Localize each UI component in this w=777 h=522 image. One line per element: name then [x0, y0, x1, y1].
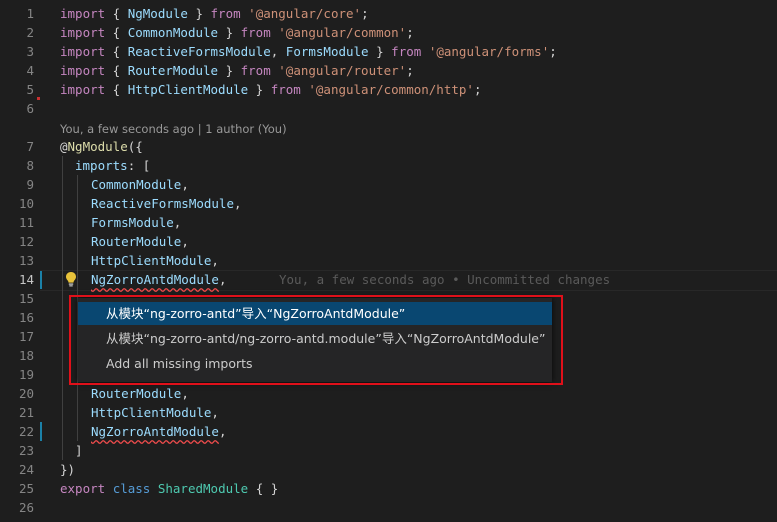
- code-text[interactable]: ReactiveFormsModule,: [91, 194, 242, 213]
- line-number: 14: [18, 272, 34, 287]
- code-text[interactable]: ]: [75, 441, 83, 460]
- inline-blame: You, a few seconds ago • Uncommitted cha…: [279, 272, 611, 287]
- code-line: 11 FormsModule,: [0, 213, 777, 232]
- code-line: 5 import { HttpClientModule } from '@ang…: [0, 80, 777, 99]
- code-line: 6: [0, 99, 777, 118]
- line-number: 6: [26, 101, 34, 116]
- code-line: 12 RouterModule,: [0, 232, 777, 251]
- code-line: 3 import { ReactiveFormsModule, FormsMod…: [0, 42, 777, 61]
- line-number: 17: [18, 329, 34, 344]
- error-squiggle: NgZorroAntdModule: [91, 424, 219, 439]
- code-line: 10 ReactiveFormsModule,: [0, 194, 777, 213]
- line-number: 3: [26, 44, 34, 59]
- code-text[interactable]: imports: [: [75, 156, 150, 175]
- code-line: 21 HttpClientModule,: [0, 403, 777, 422]
- code-text[interactable]: import { CommonModule } from '@angular/c…: [60, 23, 414, 42]
- code-text[interactable]: export class SharedModule { }: [60, 479, 278, 498]
- code-line: 26: [0, 498, 777, 517]
- line-number: 21: [18, 405, 34, 420]
- code-line: 13 HttpClientModule,: [0, 251, 777, 270]
- error-squiggle: NgZorroAntdModule: [91, 272, 219, 287]
- line-number: 10: [18, 196, 34, 211]
- line-number: 12: [18, 234, 34, 249]
- code-text[interactable]: FormsModule,: [91, 213, 181, 232]
- code-text[interactable]: HttpClientModule,: [91, 251, 219, 270]
- code-text[interactable]: CommonModule,: [91, 175, 189, 194]
- code-line: 9 CommonModule,: [0, 175, 777, 194]
- line-number: 5: [26, 82, 34, 97]
- line-number: 20: [18, 386, 34, 401]
- code-line: 1 import { NgModule } from '@angular/cor…: [0, 4, 777, 23]
- code-line: 25 export class SharedModule { }: [0, 479, 777, 498]
- line-number: 24: [18, 462, 34, 477]
- line-number: 22: [18, 424, 34, 439]
- code-editor[interactable]: 1 import { NgModule } from '@angular/cor…: [0, 0, 777, 522]
- line-number: 11: [18, 215, 34, 230]
- line-number: 4: [26, 63, 34, 78]
- code-text[interactable]: RouterModule,: [91, 384, 189, 403]
- code-text[interactable]: import { RouterModule } from '@angular/r…: [60, 61, 414, 80]
- code-text[interactable]: HttpClientModule,: [91, 403, 219, 422]
- code-text[interactable]: }): [60, 460, 75, 479]
- line-number: 23: [18, 443, 34, 458]
- line-number: 9: [26, 177, 34, 192]
- code-line: 4 import { RouterModule } from '@angular…: [0, 61, 777, 80]
- line-number: 1: [26, 6, 34, 21]
- line-number: 15: [18, 291, 34, 306]
- code-line: 23 ]: [0, 441, 777, 460]
- code-line: 24 }): [0, 460, 777, 479]
- code-line: 7 @NgModule({: [0, 137, 777, 156]
- line-number: 18: [18, 348, 34, 363]
- code-text[interactable]: NgZorroAntdModule,: [91, 270, 226, 289]
- lightbulb-icon[interactable]: [64, 270, 78, 288]
- code-text[interactable]: NgZorroAntdModule,: [91, 422, 226, 441]
- code-line: 22 NgZorroAntdModule,: [0, 422, 777, 441]
- line-number: 7: [26, 139, 34, 154]
- code-text[interactable]: RouterModule,: [91, 232, 189, 251]
- code-text[interactable]: import { NgModule } from '@angular/core'…: [60, 4, 369, 23]
- code-line-active: 14 NgZorroAntdModule, You, a few seconds…: [0, 270, 777, 289]
- line-number: 8: [26, 158, 34, 173]
- line-number: 13: [18, 253, 34, 268]
- code-line: 2 import { CommonModule } from '@angular…: [0, 23, 777, 42]
- line-number: 25: [18, 481, 34, 496]
- code-text[interactable]: import { HttpClientModule } from '@angul…: [60, 80, 481, 99]
- line-number: 26: [18, 500, 34, 515]
- highlight-annotation-box: [69, 295, 563, 385]
- code-line: 8 imports: [: [0, 156, 777, 175]
- code-text[interactable]: @NgModule({: [60, 137, 143, 156]
- code-text[interactable]: import { ReactiveFormsModule, FormsModul…: [60, 42, 557, 61]
- code-line: 20 RouterModule,: [0, 384, 777, 403]
- line-number: 16: [18, 310, 34, 325]
- line-number: 2: [26, 25, 34, 40]
- line-number: 19: [18, 367, 34, 382]
- codelens-blame[interactable]: You, a few seconds ago | 1 author (You): [60, 120, 287, 138]
